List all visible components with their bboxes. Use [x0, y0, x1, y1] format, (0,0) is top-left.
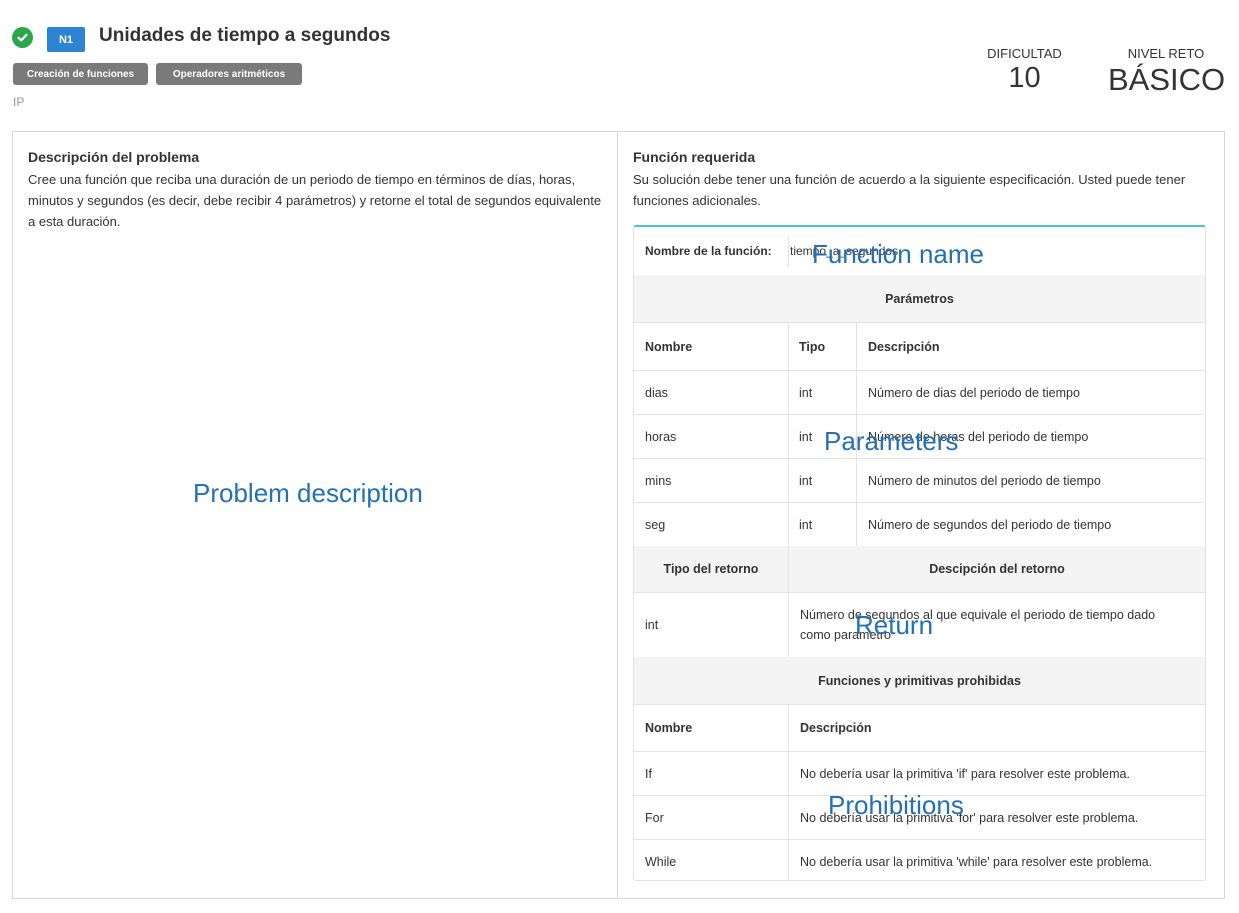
prohibited-desc: No debería usar la primitiva 'while' par… [800, 854, 1153, 869]
return-type-header: Tipo del retorno [634, 546, 788, 592]
required-function-text: Su solución debe tener una función de ac… [633, 172, 1186, 208]
param-desc: Número de minutos del periodo de tiempo [868, 473, 1101, 488]
prohibited-name: If [645, 766, 652, 781]
param-type: int [799, 473, 813, 488]
params-col-desc: Descripción [868, 339, 940, 354]
overlay-parameters: Parameters [824, 426, 959, 456]
params-col-name: Nombre [645, 339, 693, 354]
param-type: int [799, 385, 813, 400]
divider [788, 546, 789, 657]
prohibited-name: For [645, 810, 664, 825]
overlay-function-name: Function name [812, 239, 984, 269]
panel-divider [617, 132, 618, 898]
description-title: Descripción del problema [28, 149, 200, 165]
tag-creacion-funciones[interactable]: Creación de funciones [13, 63, 148, 85]
params-col-type: Tipo [799, 339, 826, 354]
divider [788, 237, 789, 267]
difficulty-value: 10 [1008, 62, 1041, 94]
overlay-problem-description: Problem description [193, 478, 423, 508]
param-desc: Número de segundos del periodo de tiempo [868, 517, 1112, 532]
prohibited-col-desc: Descripción [800, 721, 872, 735]
param-type: int [799, 517, 813, 532]
return-type: int [645, 618, 659, 632]
param-name: mins [645, 473, 672, 488]
param-desc: Número de dias del periodo de tiempo [868, 385, 1080, 400]
level-badge: N1 [47, 27, 85, 52]
course-label: IP [13, 95, 25, 109]
challenge-level-label: NIVEL RETO [1127, 46, 1205, 61]
prohibited-section-header: Funciones y primitivas prohibidas [634, 657, 1205, 704]
check-circle-icon [12, 27, 33, 48]
description-text: Cree una función que reciba una duración… [28, 172, 602, 229]
prohibited-col-name: Nombre [645, 721, 693, 735]
required-function-title: Función requerida [633, 149, 756, 165]
param-name: dias [645, 385, 668, 400]
function-spec-table: Nombre de la función: tiempo_a_segundos … [633, 225, 1206, 881]
param-name: horas [645, 429, 677, 444]
difficulty-label: DIFICULTAD [987, 46, 1062, 61]
return-desc: Número de segundos al que equivale el pe… [800, 608, 1156, 642]
prohibited-name: While [645, 854, 677, 869]
param-name: seg [645, 517, 666, 532]
challenge-level-value: BÁSICO [1108, 62, 1226, 97]
overlay-return: Return [855, 610, 934, 640]
page-title: Unidades de tiempo a segundos [99, 25, 391, 46]
prohibited-desc: No debería usar la primitiva 'if' para r… [800, 766, 1130, 781]
function-name-label: Nombre de la función: [645, 244, 772, 258]
overlay-prohibitions: Prohibitions [828, 790, 964, 820]
divider [788, 705, 789, 880]
params-section-header: Parámetros [634, 275, 1205, 322]
tag-operadores-aritmeticos[interactable]: Operadores aritméticos [156, 63, 302, 85]
return-desc-header: Descipción del retorno [789, 546, 1205, 592]
divider [788, 323, 789, 546]
